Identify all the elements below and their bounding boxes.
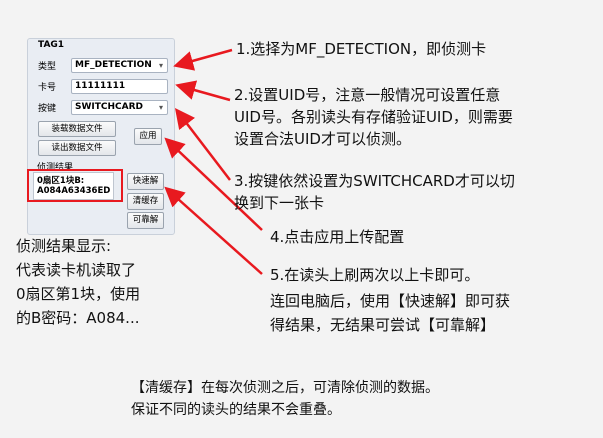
left-note-line-1: 侦测结果显示: [16, 237, 112, 255]
bottom-note-line-1: 【清缓存】在每次侦测之后，可清除侦测的数据。 [131, 380, 439, 396]
arrow-2 [175, 80, 231, 102]
left-note-line-3: 0扇区第1块，使用 [16, 285, 141, 303]
arrow-3 [174, 108, 231, 181]
step-2-line-3: 设置合法UID才可以侦测。 [234, 130, 411, 148]
step-4-text: 4.点击应用上传配置 [270, 228, 405, 246]
annotation-arrows [164, 48, 263, 275]
left-note-line-2: 代表读卡机读取了 [16, 261, 137, 279]
left-note-line-4: 的B密码：A084... [16, 309, 140, 327]
step-3-line-2: 换到下一张卡 [234, 194, 325, 212]
step-5-line-2: 连回电脑后，使用【快速解】即可获 [270, 292, 511, 310]
step-1-text: 1.选择为MF_DETECTION，即侦测卡 [236, 40, 487, 58]
step-5-line-1: 5.在读头上刷两次以上卡即可。 [270, 266, 480, 284]
step-5-line-3: 得结果，无结果可尝试【可靠解】 [270, 316, 496, 334]
bottom-note-line-2: 保证不同的读头的结果不会重叠。 [131, 402, 341, 418]
step-2-line-2: UID号。各别读头有存储验证UID，则需要 [234, 108, 513, 126]
step-2-line-1: 2.设置UID号，注意一般情况可设置任意 [234, 86, 501, 104]
arrow-1 [173, 48, 233, 71]
step-3-line-1: 3.按键依然设置为SWITCHCARD才可以切 [234, 172, 515, 190]
